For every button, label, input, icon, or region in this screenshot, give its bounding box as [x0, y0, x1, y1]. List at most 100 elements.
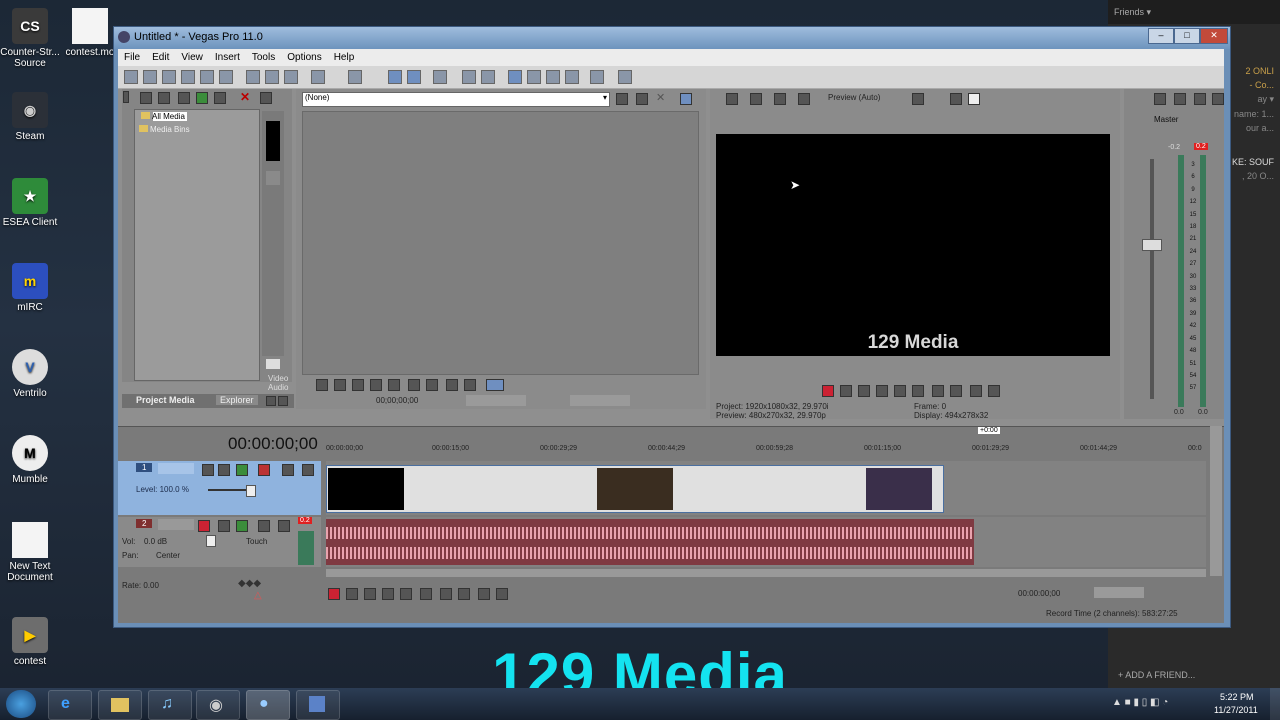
selection-tool-icon[interactable]	[546, 70, 560, 84]
trimmer-out-field[interactable]	[570, 395, 630, 406]
audio-event[interactable]	[326, 519, 974, 565]
automation-mode[interactable]: Touch	[246, 537, 267, 546]
lock-envelopes-icon[interactable]	[433, 70, 447, 84]
pause-icon[interactable]	[370, 379, 382, 391]
play-from-start-icon[interactable]	[858, 385, 870, 397]
loop-icon[interactable]	[840, 385, 852, 397]
next-frame-icon[interactable]	[496, 588, 508, 600]
video-track-header[interactable]: 1 Level: 100.0 %	[118, 461, 321, 515]
desktop-icon-counter-strike[interactable]: CS Counter-Str... Source	[0, 8, 62, 69]
track-fx-icon[interactable]	[218, 464, 230, 476]
preview-properties-icon[interactable]	[726, 93, 738, 105]
previous-frame-icon[interactable]	[446, 379, 458, 391]
undo-icon[interactable]	[311, 70, 325, 84]
tree-item-media-bins[interactable]: Media Bins	[139, 125, 190, 134]
loop-icon[interactable]	[316, 379, 328, 391]
tab-scroll-right[interactable]	[278, 396, 288, 406]
previous-frame-icon[interactable]	[970, 385, 982, 397]
trimmer-tool-icon[interactable]	[616, 93, 628, 105]
taskbar-film[interactable]	[296, 690, 340, 720]
track-name-field[interactable]	[158, 519, 194, 530]
split-icon[interactable]	[590, 70, 604, 84]
track-motion-icon[interactable]	[202, 464, 214, 476]
play-icon[interactable]	[352, 379, 364, 391]
pause-icon[interactable]	[400, 588, 412, 600]
selection-length-field[interactable]	[1094, 587, 1144, 598]
solo-icon[interactable]	[278, 520, 290, 532]
properties-icon[interactable]	[200, 70, 214, 84]
desktop-icon-steam[interactable]: ◉ Steam	[0, 92, 62, 142]
capture-icon[interactable]	[158, 92, 170, 104]
go-to-start-icon[interactable]	[932, 385, 944, 397]
timeline-vertical-scrollbar[interactable]	[1210, 426, 1222, 576]
video-event[interactable]	[326, 465, 944, 513]
audio-track-header[interactable]: 2 0.2 Vol: 0.0 dB Touch Pan: Center	[118, 517, 321, 567]
downmix-icon[interactable]	[1194, 93, 1206, 105]
cut-icon[interactable]	[246, 70, 260, 84]
go-to-start-icon[interactable]	[408, 379, 420, 391]
menu-file[interactable]: File	[118, 52, 146, 63]
save-as-icon[interactable]	[181, 70, 195, 84]
play-icon[interactable]	[876, 385, 888, 397]
overlays-icon[interactable]	[912, 93, 924, 105]
tray-icons[interactable]: ▲ ■ ▮ ▯ ◧ ◔	[1112, 697, 1168, 708]
close-panel-icon[interactable]	[123, 91, 129, 103]
friends-header[interactable]: Friends ▾	[1108, 0, 1280, 24]
timeline-scrollbar[interactable]	[326, 569, 1206, 577]
level-slider-handle[interactable]	[246, 485, 256, 497]
clock-date[interactable]: 11/27/2011	[1214, 705, 1258, 715]
compositing-icon[interactable]	[236, 464, 248, 476]
record-icon[interactable]	[328, 588, 340, 600]
pause-icon[interactable]	[894, 385, 906, 397]
menu-view[interactable]: View	[175, 52, 209, 63]
record-icon[interactable]	[822, 385, 834, 397]
tab-explorer[interactable]: Explorer	[216, 395, 258, 405]
loop-icon[interactable]	[346, 588, 358, 600]
go-to-end-icon[interactable]	[950, 385, 962, 397]
render-icon[interactable]	[219, 70, 233, 84]
dim-icon[interactable]	[1212, 93, 1224, 105]
go-to-start-icon[interactable]	[440, 588, 452, 600]
desktop-icon-mumble[interactable]: M Mumble	[0, 435, 62, 485]
next-frame-icon[interactable]	[464, 379, 476, 391]
previous-frame-icon[interactable]	[478, 588, 490, 600]
tree-item-all-media[interactable]: All Media	[141, 112, 187, 121]
desktop-icon-mirc[interactable]: m mIRC	[0, 263, 62, 313]
desktop-icon-new-text-document[interactable]: New Text Document	[0, 522, 62, 583]
save-icon[interactable]	[162, 70, 176, 84]
ignore-grouping-icon[interactable]	[462, 70, 476, 84]
normal-edit-tool-icon[interactable]	[508, 70, 522, 84]
open-icon[interactable]	[143, 70, 157, 84]
copy-icon[interactable]	[265, 70, 279, 84]
mute-icon[interactable]	[282, 464, 294, 476]
clock-time[interactable]: 5:22 PM	[1220, 692, 1254, 702]
trimmer-area[interactable]	[302, 111, 699, 375]
go-to-end-icon[interactable]	[426, 379, 438, 391]
envelope-tool-icon[interactable]	[527, 70, 541, 84]
remove-icon[interactable]: ✕	[656, 91, 665, 104]
play-media-button[interactable]	[266, 359, 280, 369]
maximize-button[interactable]: □	[1174, 28, 1200, 44]
redo-icon[interactable]	[348, 70, 362, 84]
trimmer-in-field[interactable]	[466, 395, 526, 406]
tab-project-media[interactable]: Project Media	[136, 395, 195, 405]
taskbar-vegas[interactable]: ●	[246, 690, 290, 720]
next-frame-icon[interactable]	[988, 385, 1000, 397]
auto-ripple-icon[interactable]	[407, 70, 421, 84]
remove-icon[interactable]: ✕	[240, 90, 250, 104]
trimmer-tool-icon[interactable]	[636, 93, 648, 105]
desktop-icon-ventrilo[interactable]: V Ventrilo	[0, 349, 62, 399]
track-fx-icon[interactable]	[218, 520, 230, 532]
timeline-ruler[interactable]: 00:00:00;00 00:00:15;00 00:00:29;29 00:0…	[324, 441, 1204, 459]
import-media-icon[interactable]	[140, 92, 152, 104]
menu-help[interactable]: Help	[328, 52, 361, 63]
tab-scroll-left[interactable]	[266, 396, 276, 406]
audio-track-lane[interactable]	[326, 517, 1206, 567]
paste-icon[interactable]	[284, 70, 298, 84]
whats-this-icon[interactable]	[618, 70, 632, 84]
menu-insert[interactable]: Insert	[209, 52, 246, 63]
snapping-icon[interactable]	[388, 70, 402, 84]
video-fx-icon[interactable]	[774, 93, 786, 105]
solo-icon[interactable]	[302, 464, 314, 476]
get-media-icon[interactable]	[178, 92, 190, 104]
